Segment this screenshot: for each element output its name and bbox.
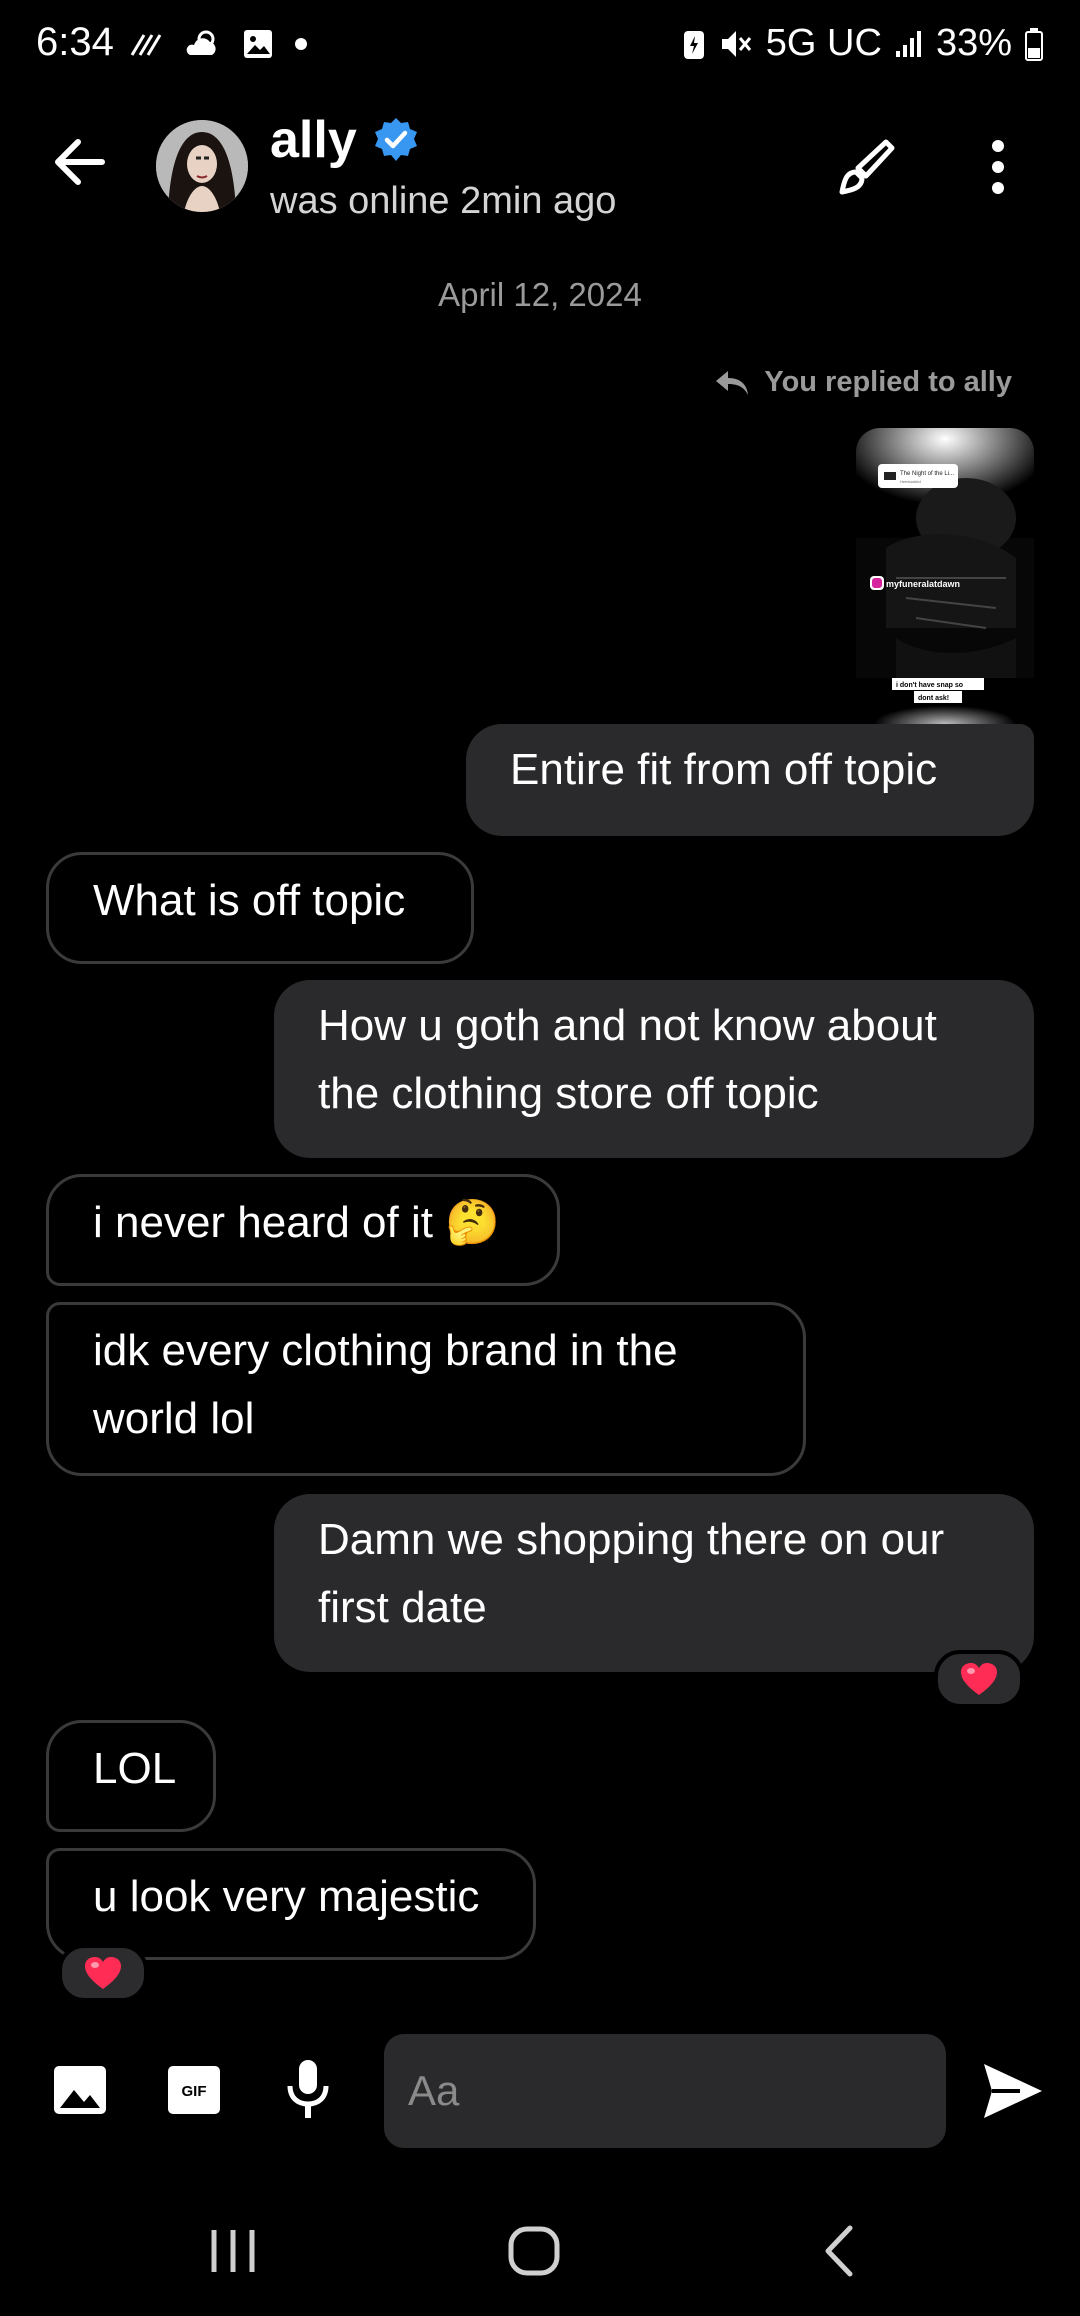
message-input[interactable]: Aa: [384, 2034, 946, 2148]
message-text-line: idk every clothing brand in the: [93, 1326, 678, 1375]
gallery-button[interactable]: [52, 2062, 112, 2122]
voice-message-button[interactable]: [280, 2058, 340, 2118]
signal-wave-icon: [130, 34, 162, 56]
recents-icon: [211, 2230, 255, 2272]
weather-icon: [186, 30, 216, 55]
battery-icon: [1025, 27, 1043, 61]
message-text-line: Damn we shopping there on our: [318, 1515, 945, 1564]
theme-button[interactable]: [836, 136, 898, 198]
status-right: 5G UC 33%: [682, 22, 1044, 65]
more-options-button[interactable]: [978, 136, 1018, 198]
heart-icon: [961, 1663, 997, 1695]
message-received[interactable]: What is off topic: [46, 852, 474, 964]
story-music-artist: Hemlockkid: [900, 479, 921, 484]
contact-status: was online 2min ago: [270, 180, 617, 222]
avatar[interactable]: [156, 120, 248, 212]
back-arrow-icon: [55, 139, 105, 185]
message-text: Entire fit from off topic: [510, 745, 938, 794]
message-text-line: first date: [318, 1583, 487, 1632]
message-text: What is off topic: [93, 876, 406, 925]
image-icon: [54, 2066, 106, 2114]
message-text-line: the clothing store off topic: [318, 1069, 819, 1118]
gif-button[interactable]: GIF: [166, 2062, 226, 2122]
avatar-image: [156, 120, 248, 212]
battery-saver-icon: [683, 30, 704, 59]
message-received[interactable]: LOL: [46, 1720, 216, 1832]
heart-icon: [85, 1957, 121, 1989]
reaction-badge[interactable]: [934, 1650, 1024, 1708]
nav-recents-button[interactable]: [198, 2216, 268, 2286]
message-sent[interactable]: Damn we shopping there on our first date: [274, 1494, 1034, 1672]
message-received[interactable]: idk every clothing brand in the world lo…: [46, 1302, 806, 1476]
story-reply-thumbnail[interactable]: The Night of the Li... Hemlockkid myfune…: [856, 428, 1034, 724]
signal-bars-icon: [895, 30, 921, 57]
story-caption-1: i don't have snap so: [896, 682, 963, 689]
nav-back-button[interactable]: [806, 2216, 876, 2286]
message-text: u look very majestic: [93, 1872, 480, 1921]
battery-percent: 33%: [935, 22, 1012, 64]
mic-icon: [287, 2060, 329, 2118]
gif-icon: GIF: [168, 2066, 220, 2114]
back-button[interactable]: [50, 132, 110, 192]
contact-name[interactable]: ally: [270, 110, 357, 170]
reply-icon: [716, 370, 749, 395]
date-separator: April 12, 2024: [438, 276, 642, 313]
gallery-icon: [244, 30, 272, 58]
brush-icon: [839, 139, 895, 195]
more-vertical-icon: [992, 140, 1004, 194]
message-text-line: How u goth and not know about: [318, 1001, 937, 1050]
send-button[interactable]: [980, 2060, 1046, 2122]
status-time: 6:34: [36, 20, 114, 64]
message-text-line: world lol: [93, 1394, 255, 1443]
message-text: LOL: [93, 1744, 177, 1793]
message-sent[interactable]: Entire fit from off topic: [466, 724, 1034, 836]
message-received[interactable]: i never heard of it 🤔: [46, 1174, 560, 1286]
story-caption-2: dont ask!: [918, 695, 949, 702]
reply-note: You replied to ally: [714, 366, 1012, 399]
mute-icon: [721, 30, 751, 57]
send-icon: [984, 2064, 1042, 2118]
dot-icon: [295, 38, 307, 50]
message-text: i never heard of it 🤔: [93, 1198, 500, 1247]
nav-home-button[interactable]: [500, 2216, 570, 2286]
network-label: 5G UC: [765, 22, 882, 64]
story-image: The Night of the Li... Hemlockkid myfune…: [856, 428, 1034, 724]
status-left-icons: [130, 28, 308, 60]
verified-badge-icon: [375, 118, 417, 161]
message-sent[interactable]: How u goth and not know about the clothi…: [274, 980, 1034, 1158]
nav-back-icon: [825, 2225, 853, 2277]
story-music-title: The Night of the Li...: [900, 471, 954, 477]
story-handle: myfuneralatdawn: [886, 579, 960, 589]
reply-note-text: You replied to ally: [764, 366, 1012, 398]
reaction-badge[interactable]: [58, 1944, 148, 2002]
home-icon: [508, 2226, 560, 2276]
gif-label: GIF: [182, 2083, 207, 2100]
